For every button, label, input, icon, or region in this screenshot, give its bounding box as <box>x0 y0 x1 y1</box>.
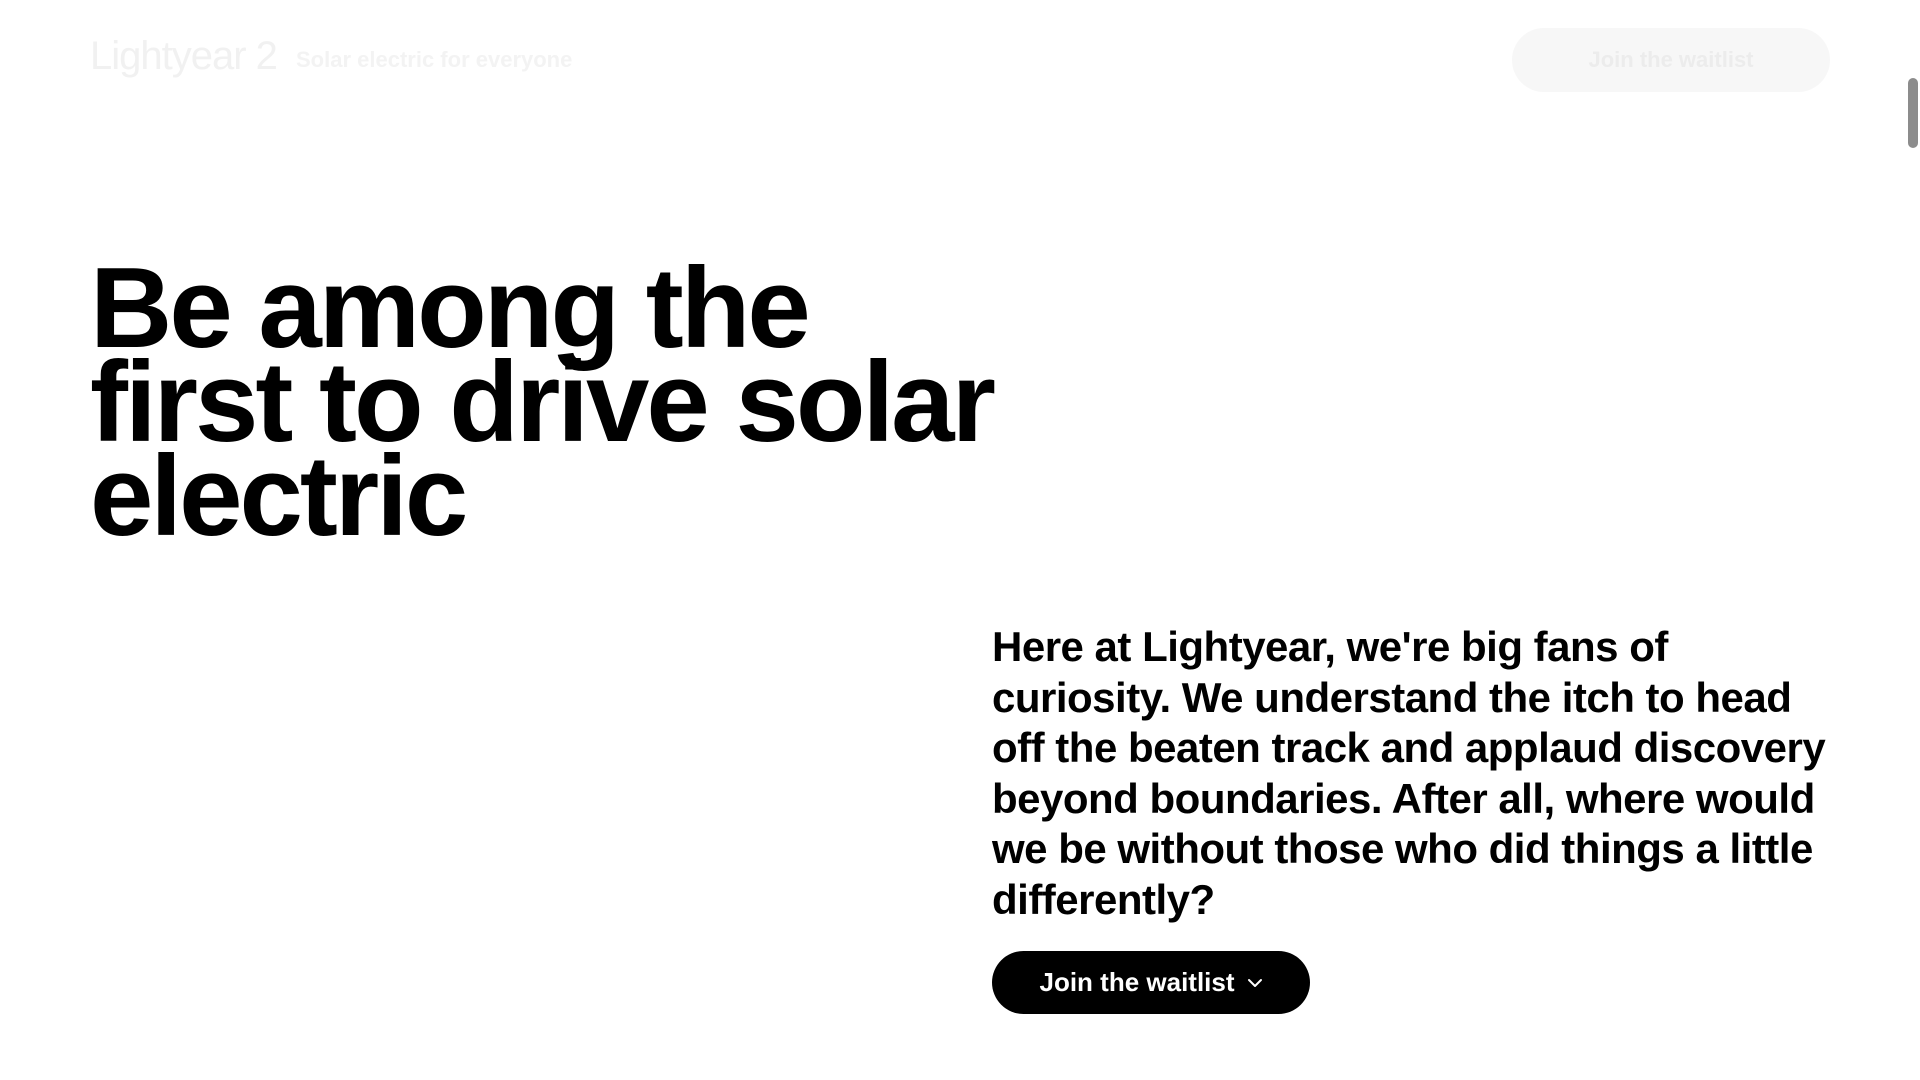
join-waitlist-label: Join the waitlist <box>1039 967 1235 997</box>
scrollbar[interactable] <box>1906 0 1920 1080</box>
chevron-down-icon <box>1247 978 1262 987</box>
hero-intro-text: Here at Lightyear, we're big fans of cur… <box>992 623 1826 923</box>
page: Lightyear 2 Solar electric for everyone … <box>0 0 1920 1080</box>
logo[interactable]: Lightyear 2 <box>90 34 278 79</box>
header-tagline: Solar electric for everyone <box>296 47 573 72</box>
header-waitlist-button[interactable]: Join the waitlist <box>1512 28 1830 92</box>
site-header: Lightyear 2 Solar electric for everyone … <box>0 0 1920 120</box>
hero-headline: Be among the first to drive solar electr… <box>90 252 996 554</box>
scrollbar-thumb[interactable] <box>1908 78 1918 148</box>
join-waitlist-button[interactable]: Join the waitlist <box>992 951 1310 1014</box>
